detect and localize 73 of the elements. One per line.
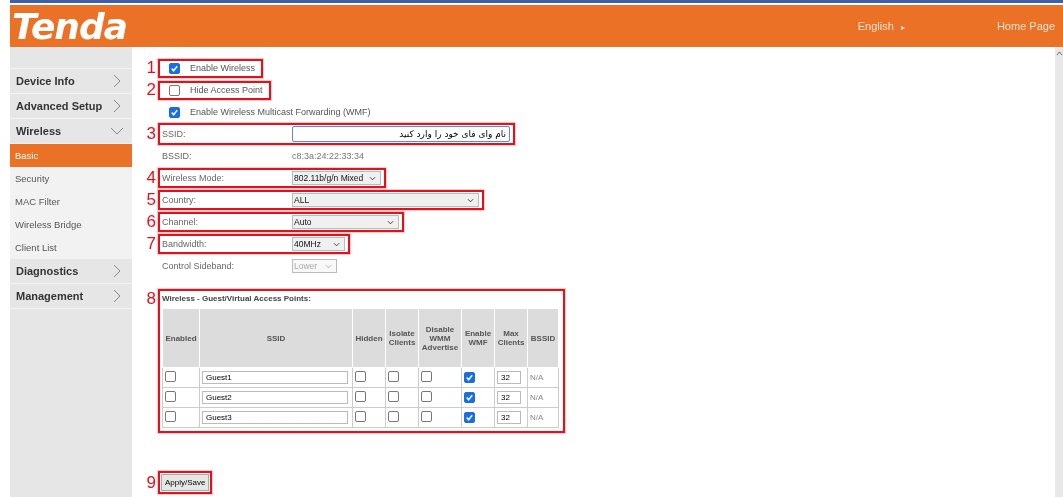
field-label: Wireless Mode: [162, 173, 225, 183]
ssid-field[interactable]: Guest2 [202, 391, 348, 404]
checkbox[interactable] [388, 391, 399, 402]
apply-save-button[interactable]: Apply/Save [161, 474, 210, 491]
step-number: 8 [145, 289, 157, 309]
sidebar-item[interactable]: Management [10, 284, 132, 309]
step-number: 4 [145, 168, 157, 188]
ssid-field[interactable]: نام وای فای خود را وارد کنید [292, 126, 510, 142]
column-header: Max Clients [494, 308, 528, 368]
scrollbar[interactable] [1055, 47, 1063, 497]
checkbox-label: Enable Wireless Multicast Forwarding (WMF) [190, 107, 371, 117]
checkbox-label: Hide Access Point [190, 85, 263, 95]
checkbox[interactable] [355, 411, 366, 422]
ssid-field[interactable]: Guest3 [202, 411, 348, 424]
max-clients-field[interactable]: 32 [497, 411, 521, 424]
checkbox[interactable] [421, 391, 432, 402]
checkbox[interactable] [355, 371, 366, 382]
table-cell: N/A [530, 393, 544, 402]
scroll-up-icon[interactable] [1055, 51, 1063, 56]
sidebar-item[interactable]: Device Info [10, 69, 132, 94]
checkbox[interactable] [388, 371, 399, 382]
column-header: BSSID [527, 308, 559, 368]
field-label: Channel: [162, 217, 200, 227]
max-clients-field[interactable]: 32 [497, 391, 521, 404]
checkbox[interactable] [464, 391, 475, 403]
step-number: 1 [145, 58, 157, 78]
field-label: Bandwidth: [162, 239, 208, 249]
column-header: Enable WMF [461, 308, 495, 368]
sidebar-item[interactable]: Diagnostics [10, 259, 132, 284]
column-header: SSID [199, 308, 353, 368]
field-label: Control Sideband: [162, 261, 236, 271]
table-cell: N/A [530, 373, 544, 382]
logo: Tenda [12, 5, 129, 47]
step-number: 3 [145, 124, 157, 144]
table-cell: N/A [530, 413, 544, 422]
checkbox[interactable] [464, 411, 475, 423]
sidebar-subitem[interactable]: MAC Filter [10, 190, 132, 213]
sidebar-subitem[interactable]: Client List [10, 236, 132, 259]
column-header: Hidden [352, 308, 386, 368]
ssid-field[interactable]: Guest1 [202, 371, 348, 384]
checkbox[interactable] [169, 106, 180, 118]
checkbox[interactable] [169, 62, 180, 74]
checkbox[interactable] [165, 371, 176, 382]
field-label: BSSID: [162, 151, 193, 161]
table-title: Wireless - Guest/Virtual Access Points: [162, 294, 311, 303]
checkbox[interactable] [464, 371, 475, 383]
checkbox[interactable] [165, 411, 176, 422]
checkbox[interactable] [355, 391, 366, 402]
column-header: Enabled [162, 308, 200, 368]
sidebar-subitem[interactable]: Wireless Bridge [10, 213, 132, 236]
field-label: SSID: [162, 129, 187, 139]
step-number: 7 [145, 234, 157, 254]
sidebar-item[interactable]: Advanced Setup [10, 94, 132, 119]
sidebar-subitem[interactable]: Security [10, 167, 132, 190]
checkbox-label: Enable Wireless [190, 63, 256, 73]
column-header: Disable WMM Advertise [418, 308, 462, 368]
max-clients-field[interactable]: 32 [497, 371, 521, 384]
dropdown[interactable]: 802.11b/g/n Mixed [292, 171, 381, 185]
checkbox[interactable] [421, 371, 432, 382]
step-number: 5 [145, 190, 157, 210]
field-label: Country: [162, 195, 197, 205]
checkbox[interactable] [421, 411, 432, 422]
dropdown[interactable]: Auto [292, 215, 399, 229]
step-number: 6 [145, 212, 157, 232]
column-header: Isolate Clients [385, 308, 419, 368]
dropdown[interactable]: 40MHz [292, 237, 345, 251]
checkbox[interactable] [169, 84, 180, 96]
step-number: 2 [145, 80, 157, 100]
bssid-value: c8:3a:24:22:33:34 [292, 151, 365, 161]
checkbox[interactable] [388, 411, 399, 422]
step-number: 9 [145, 472, 157, 493]
checkbox[interactable] [165, 391, 176, 402]
dropdown[interactable]: ALL [292, 193, 479, 207]
